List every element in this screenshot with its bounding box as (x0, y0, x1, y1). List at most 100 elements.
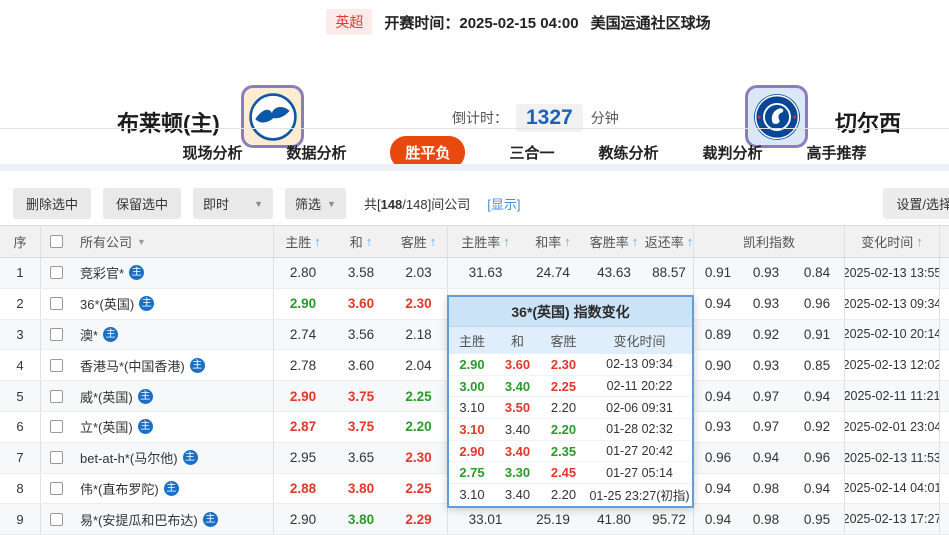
kelly-draw: 0.97 (742, 389, 790, 404)
tab-data-analysis[interactable]: 数据分析 (286, 142, 346, 163)
popup-time: 02-06 09:31 (587, 401, 692, 415)
header-home-rate[interactable]: 主胜率↑ (461, 232, 510, 251)
row-checkbox-cell (40, 381, 72, 411)
company-cell[interactable]: 立*(英国)主 (72, 417, 273, 436)
popup-row: 2.90 3.60 2.30 02-13 09:34 (449, 354, 692, 376)
delete-selected-button[interactable]: 删除选中 (13, 188, 91, 219)
row-seq: 4 (0, 358, 40, 373)
time-mode-dropdown[interactable]: 即时 ▼ (193, 188, 273, 219)
change-time: 2025-02-13 11:53 (844, 443, 939, 473)
odds-home: 2.87 (273, 412, 332, 442)
next-column-sliver (939, 504, 949, 534)
company-cell[interactable]: 澳*主 (72, 325, 273, 344)
popup-away: 2.35 (540, 444, 587, 459)
odds-home: 2.78 (273, 350, 332, 380)
chelsea-crest-icon (752, 92, 802, 142)
rate-return: 88.57 (645, 265, 693, 280)
company-name: 36*(英国) (80, 294, 134, 313)
popup-time: 01-27 20:42 (587, 444, 692, 458)
company-name: 立*(英国) (80, 417, 133, 436)
company-cell[interactable]: 36*(英国)主 (72, 294, 273, 313)
row-checkbox-cell (40, 504, 72, 534)
kelly-draw: 0.94 (742, 450, 790, 465)
row-checkbox-cell (40, 474, 72, 504)
change-time: 2025-02-10 20:14 (844, 320, 939, 350)
popup-draw: 3.40 (495, 379, 540, 394)
tab-three-in-one[interactable]: 三合一 (509, 142, 554, 163)
chevron-down-icon: ▼ (254, 199, 263, 209)
header-company[interactable]: 所有公司▼ (72, 232, 273, 251)
header-draw-odds[interactable]: 和↑ (332, 232, 390, 251)
header-return-rate[interactable]: 返还率↑ (645, 232, 693, 251)
company-cell[interactable]: bet-at-h*(马尔他)主 (72, 448, 273, 467)
kelly-draw: 0.92 (742, 327, 790, 342)
time-mode-value: 即时 (203, 194, 229, 213)
row-checkbox[interactable] (50, 513, 63, 526)
odds-home: 2.74 (273, 320, 332, 350)
change-time: 2025-02-13 17:27 (844, 504, 939, 534)
popup-header-row: 主胜 和 客胜 变化时间 (449, 327, 692, 354)
chevron-down-icon: ▼ (137, 237, 146, 247)
header-away-rate[interactable]: 客胜率↑ (583, 232, 645, 251)
show-link[interactable]: [显示] (487, 194, 520, 213)
company-cell[interactable]: 伟*(直布罗陀)主 (72, 479, 273, 498)
row-checkbox[interactable] (50, 328, 63, 341)
row-checkbox[interactable] (50, 266, 63, 279)
popup-draw: 3.40 (495, 422, 540, 437)
row-seq: 9 (0, 512, 40, 527)
popup-away: 2.20 (540, 422, 587, 437)
tab-referee-analysis[interactable]: 裁判分析 (703, 142, 763, 163)
header-home-odds[interactable]: 主胜↑ (285, 232, 321, 251)
popup-row: 3.10 3.50 2.20 02-06 09:31 (449, 397, 692, 419)
odds-away: 2.03 (390, 265, 447, 280)
tab-coach-analysis[interactable]: 教练分析 (599, 142, 659, 163)
row-checkbox[interactable] (50, 482, 63, 495)
main-badge-icon: 主 (190, 358, 205, 373)
main-badge-icon: 主 (164, 481, 179, 496)
select-all-checkbox[interactable] (50, 235, 63, 248)
popup-row: 2.75 3.30 2.45 01-27 05:14 (449, 462, 692, 484)
odds-history-popup: 36*(英国) 指数变化 主胜 和 客胜 变化时间 2.90 3.60 2.30… (447, 295, 694, 508)
settings-select-button[interactable]: 设置/选择 (883, 188, 949, 219)
popup-draw: 3.40 (495, 444, 540, 459)
header-away-odds[interactable]: 客胜↑ (390, 232, 447, 251)
company-cell[interactable]: 香港马*(中国香港) 主 (72, 356, 273, 375)
change-time: 2025-02-01 23:04 (844, 412, 939, 442)
page: 英超 开赛时间：2025-02-15 04:00 美国运通社区球场 布莱顿(主)… (0, 0, 949, 535)
popup-draw: 3.50 (495, 400, 540, 415)
odds-draw: 3.56 (332, 327, 390, 342)
row-checkbox[interactable] (50, 451, 63, 464)
row-seq: 8 (0, 481, 40, 496)
row-checkbox[interactable] (50, 390, 63, 403)
header-draw-rate[interactable]: 和率↑ (523, 232, 583, 251)
filter-dropdown[interactable]: 筛选 ▼ (285, 188, 346, 219)
company-cell[interactable]: 威*(英国)主 (72, 387, 273, 406)
odds-away: 2.30 (390, 296, 447, 311)
odds-home: 2.90 (273, 289, 332, 319)
kelly-away: 0.95 (790, 512, 844, 527)
popup-home: 3.10 (449, 422, 495, 437)
kelly-draw: 0.93 (742, 296, 790, 311)
company-cell[interactable]: 竞彩官*主 (72, 263, 273, 282)
countdown-label: 倒计时： (452, 108, 508, 128)
company-cell[interactable]: 易*(安提瓜和巴布达)主 (72, 510, 273, 529)
odds-away: 2.20 (390, 419, 447, 434)
tab-expert-picks[interactable]: 高手推荐 (807, 142, 867, 163)
odds-draw: 3.60 (332, 296, 390, 311)
keep-selected-button[interactable]: 保留选中 (103, 188, 181, 219)
popup-away: 2.45 (540, 465, 587, 480)
change-time: 2025-02-11 11:21 (844, 381, 939, 411)
row-checkbox[interactable] (50, 359, 63, 372)
countdown-unit: 分钟 (591, 108, 619, 128)
kelly-away: 0.84 (790, 265, 844, 280)
row-checkbox[interactable] (50, 297, 63, 310)
row-checkbox[interactable] (50, 420, 63, 433)
match-header: 布莱顿(主) 倒计时： 1327 分钟 切尔西 (0, 36, 949, 128)
tab-live-analysis[interactable]: 现场分析 (182, 142, 242, 163)
header-change-time[interactable]: 变化时间↑ (861, 232, 923, 251)
next-column-sliver (939, 320, 949, 350)
kelly-away: 0.85 (790, 358, 844, 373)
company-name: 香港马*(中国香港) (80, 356, 185, 375)
odds-draw: 3.80 (332, 512, 390, 527)
odds-away: 2.30 (390, 450, 447, 465)
